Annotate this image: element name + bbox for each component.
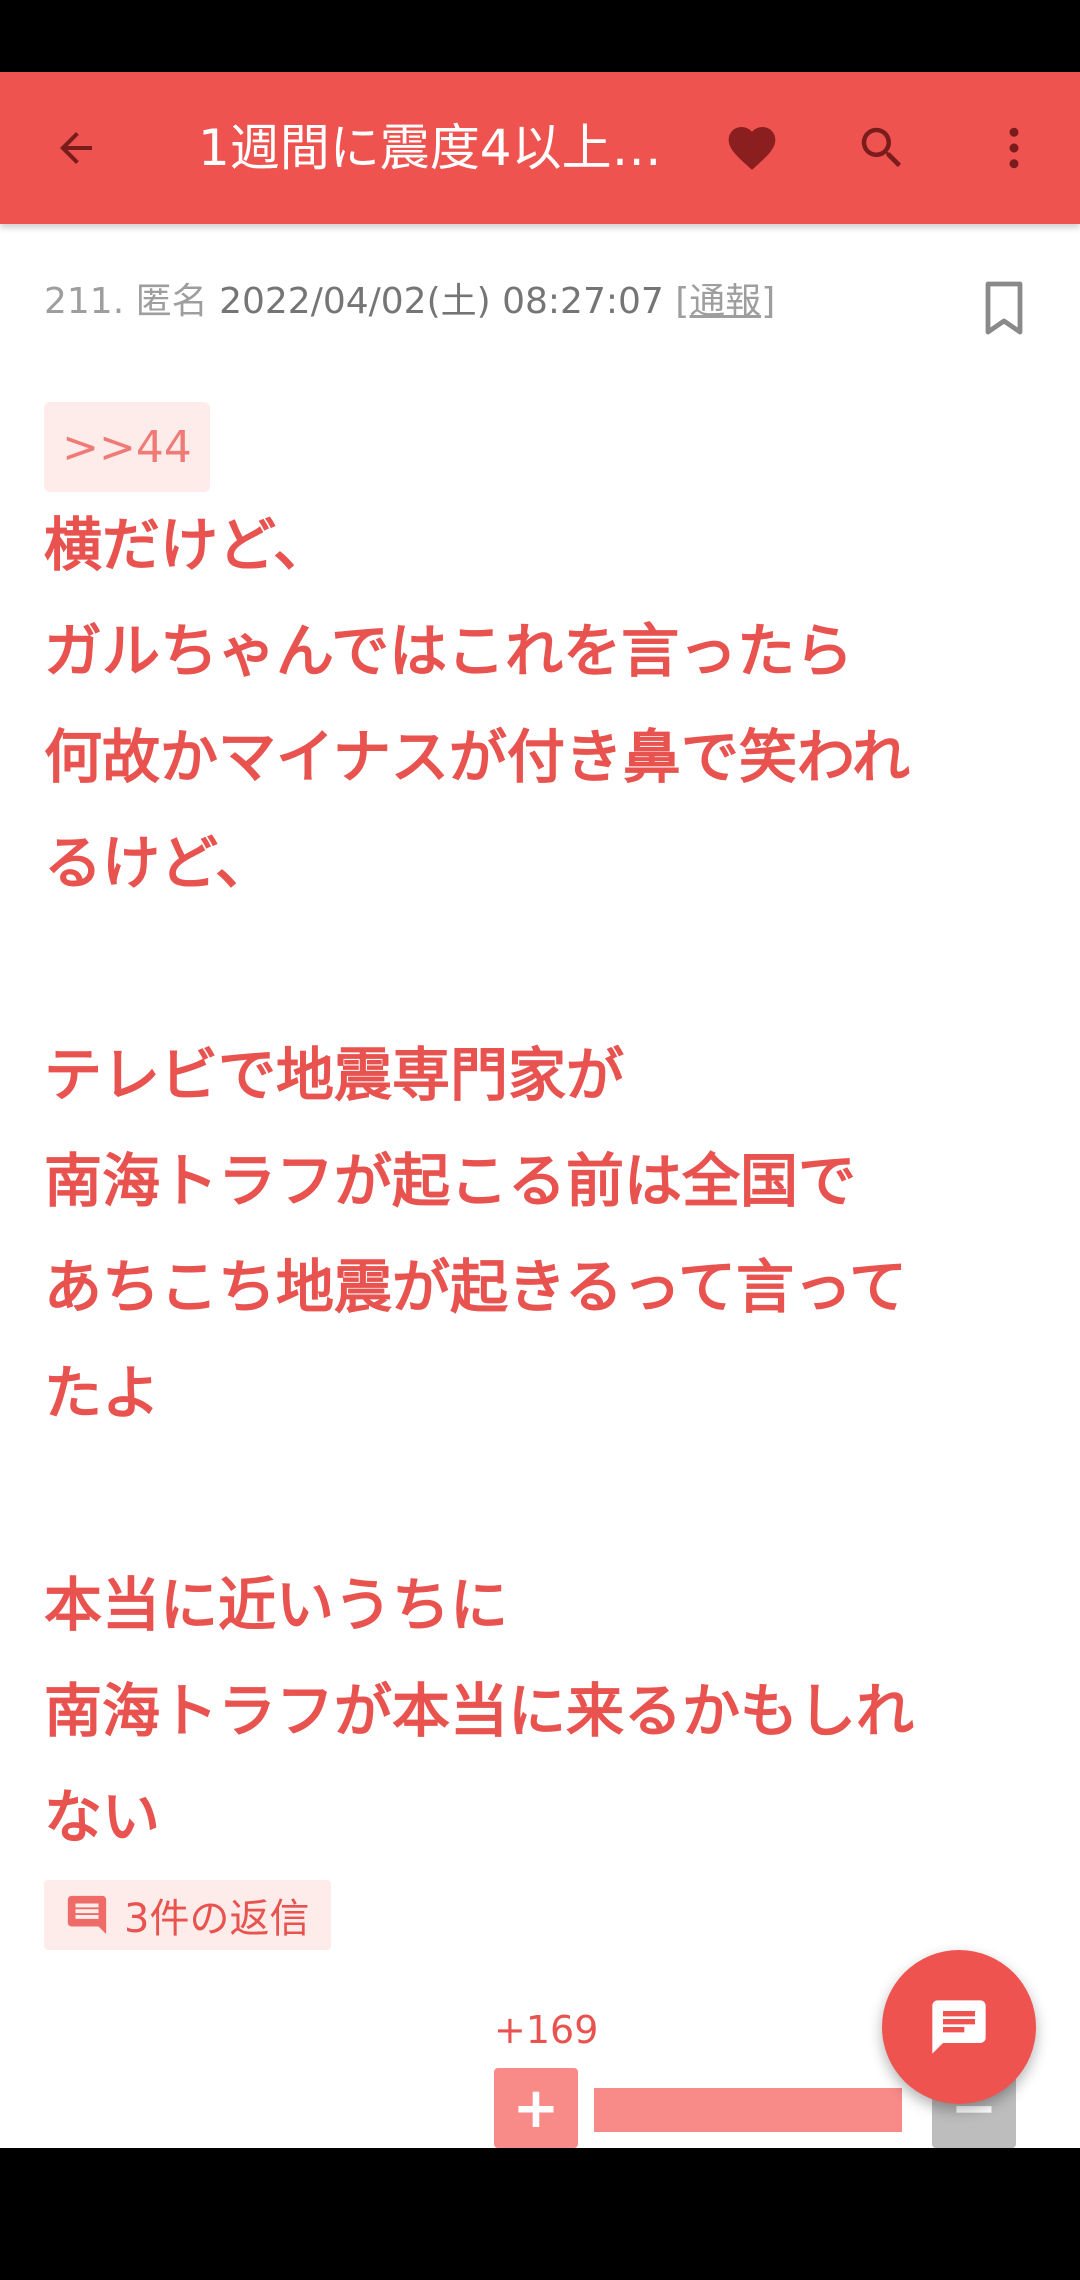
- more-options-button[interactable]: [978, 112, 1050, 184]
- plus-vote-button[interactable]: +: [494, 2068, 578, 2148]
- comment-icon: [67, 1895, 107, 1935]
- back-button[interactable]: [40, 112, 112, 184]
- post-body: 横だけど、 ガルちゃんではこれを言ったら 何故かマイナスが付き鼻で笑われ るけど…: [44, 511, 915, 1851]
- post-number: 211.: [44, 281, 125, 322]
- replies-button[interactable]: 3件の返信: [44, 1880, 332, 1950]
- anchor-link[interactable]: >>44: [44, 402, 210, 492]
- search-button[interactable]: [846, 112, 918, 184]
- status-bar: [0, 0, 1080, 72]
- report-link[interactable]: [通報]: [675, 281, 775, 322]
- search-icon: [861, 127, 902, 168]
- vote-ratio-bar: [594, 2088, 902, 2132]
- post-meta: 211. 匿名 2022/04/02(土) 08:27:07 [通報]: [44, 280, 775, 324]
- replies-label: 3件の返信: [124, 1896, 310, 1942]
- chat-icon: [932, 2000, 986, 2054]
- page-title: 1週間に震度4以上…: [198, 119, 662, 177]
- post-author: 匿名: [135, 281, 208, 322]
- bookmark-button[interactable]: [980, 280, 1028, 336]
- navigation-bar: [0, 2148, 1080, 2280]
- comment-fab[interactable]: [882, 1950, 1036, 2104]
- heart-icon: [728, 127, 776, 170]
- favorite-button[interactable]: [716, 112, 788, 184]
- post-content: 211. 匿名 2022/04/02(土) 08:27:07 [通報] >>44…: [0, 224, 1080, 2148]
- arrow-back-icon: [60, 132, 92, 164]
- post-date: 2022/04/02(土) 08:27:07: [219, 281, 664, 322]
- bookmark-icon: [985, 281, 1023, 335]
- more-vert-icon: [1009, 127, 1019, 169]
- app-bar: 1週間に震度4以上…: [0, 72, 1080, 224]
- plus-vote-count: +169: [494, 2008, 599, 2052]
